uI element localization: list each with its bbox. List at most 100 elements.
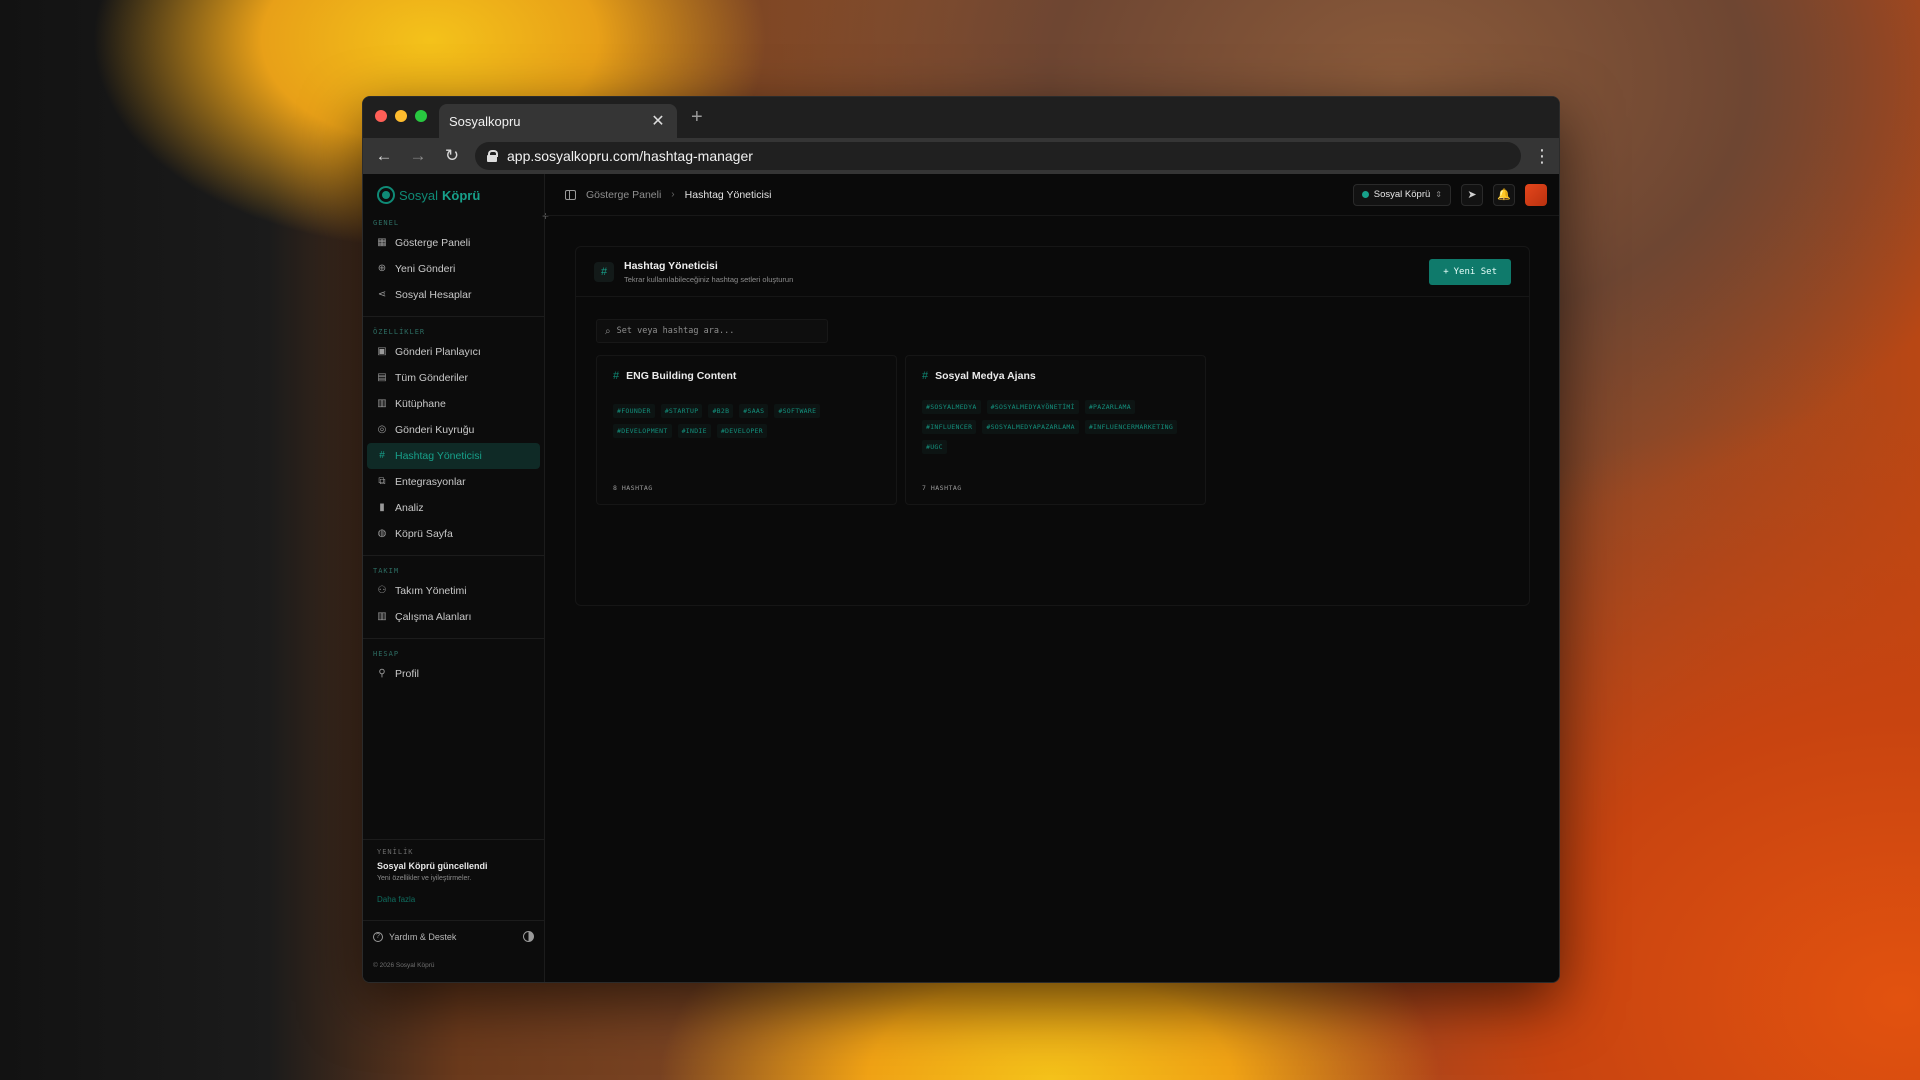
lock-icon [487, 150, 498, 162]
tab-strip: Sosyalkopru ✕ + [363, 97, 1559, 138]
app-root: Sosyal Köprü + GENEL ▦ Gösterge Paneli ⊕ Yeni… [363, 174, 1559, 982]
hashtag-chip: #INFLUENCERMARKETING [1084, 420, 1178, 434]
workspace-selector[interactable]: Sosyal Köprü ⇕ [1352, 183, 1451, 206]
sidebar-item-hash[interactable]: # Hashtag Yöneticisi [367, 443, 540, 469]
url-field[interactable]: app.sosyalkopru.com/hashtag-manager [475, 142, 1521, 170]
browser-tab[interactable]: Sosyalkopru ✕ [439, 104, 677, 138]
url-text: app.sosyalkopru.com/hashtag-manager [507, 148, 753, 164]
integration-icon: ⧉ [378, 476, 386, 487]
tab-title: Sosyalkopru [449, 113, 521, 129]
hashtag-chip: #INFLUENCER [922, 420, 977, 434]
back-arrow-icon[interactable]: ← [373, 146, 395, 166]
sidebar-item-label: Takım Yönetimi [395, 585, 467, 597]
sidebar-item-label: Gösterge Paneli [395, 237, 471, 249]
sidebar-item-users[interactable]: ⚇ Takım Yönetimi [367, 578, 540, 604]
new-set-button[interactable]: + Yeni Set [1429, 258, 1511, 285]
browser-window: Sosyalkopru ✕ + ← → ↻ app.sosyalkopru.co… [362, 96, 1560, 983]
help-support-link[interactable]: Yardım & Destek [389, 932, 456, 942]
close-window-button[interactable] [375, 110, 387, 122]
new-tab-icon[interactable]: + [691, 106, 703, 129]
workspace-name: Sosyal Köprü [1373, 189, 1431, 200]
sidebar-item-label: Köprü Sayfa [395, 528, 453, 540]
sidebar-item-bar-chart[interactable]: ▮ Analiz [367, 495, 540, 521]
sidebar-item-label: Gönderi Kuyruğu [395, 424, 475, 436]
library-icon: ▥ [377, 398, 387, 409]
forward-arrow-icon[interactable]: → [407, 146, 429, 166]
breadcrumb-root[interactable]: Gösterge Paneli [586, 189, 661, 201]
plus-circle-icon: ⊕ [377, 263, 387, 274]
main-content: Gösterge Paneli › Hashtag Yöneticisi Sos… [545, 174, 1559, 982]
send-icon[interactable]: ➤ [1461, 183, 1483, 206]
sidebar-section-label: TAKIM [373, 567, 400, 575]
hashtag-chip: #STARTUP [660, 404, 703, 418]
hashtag-set-card[interactable]: # ENG Building Content #FOUNDER #STARTUP #B… [596, 355, 897, 505]
sidebar: Sosyal Köprü + GENEL ▦ Gösterge Paneli ⊕ Yeni… [363, 174, 549, 982]
sidebar-item-label: Çalışma Alanları [395, 611, 472, 623]
sidebar-item-queue[interactable]: ◎ Gönderi Kuyruğu [367, 417, 540, 443]
sidebar-item-globe[interactable]: ◍ Köprü Sayfa [367, 521, 540, 547]
window-controls [375, 110, 427, 122]
sidebar-divider [363, 555, 544, 556]
hashtag-count: 8 HASHTAG [613, 484, 653, 492]
search-input[interactable] [616, 326, 819, 336]
page-title: Hashtag Yöneticisi [624, 259, 718, 272]
hashtag-chip: #SOFTWARE [774, 404, 821, 418]
building-icon: ▥ [377, 611, 387, 622]
hashtag-chip: #SOSYALMEDYA [922, 400, 981, 414]
hashtag-chip: #B2B [708, 404, 734, 418]
brand-logo[interactable]: Sosyal Köprü [363, 174, 544, 216]
sidebar-item-share[interactable]: ⋖ Sosyal Hesaplar [367, 282, 540, 308]
sidebar-item-label: Yeni Gönderi [395, 263, 456, 275]
calendar-icon: ▣ [377, 346, 387, 357]
sidebar-item-user[interactable]: ⚲ Profil [367, 661, 540, 687]
sidebar-section-label: HESAP [373, 650, 400, 658]
hashtag-chip: #DEVELOPER [716, 424, 767, 438]
workspace-status-icon [1361, 191, 1369, 198]
maximize-window-button[interactable] [415, 110, 427, 122]
address-bar: ← → ↻ app.sosyalkopru.com/hashtag-manage… [363, 138, 1559, 174]
hash-icon: # [594, 261, 614, 282]
sidebar-section-label: GENEL [373, 219, 400, 227]
sidebar-item-grid[interactable]: ▦ Gösterge Paneli [367, 230, 540, 256]
set-title: ENG Building Content [626, 370, 737, 382]
grid-icon: ▦ [377, 237, 387, 248]
sidebar-item-plus-circle[interactable]: ⊕ Yeni Gönderi [367, 256, 540, 282]
theme-toggle-icon[interactable] [523, 931, 534, 942]
update-notice: YENİLİK Sosyal Köprü güncellendi Yeni öz… [363, 839, 544, 904]
new-set-label: Yeni Set [1453, 266, 1497, 277]
update-subtitle: Yeni özellikler ve iyileştirmeler. [377, 875, 472, 882]
avatar[interactable] [1525, 183, 1547, 206]
sidebar-item-calendar[interactable]: ▣ Gönderi Planlayıcı [367, 339, 540, 365]
plus-icon: + [1443, 266, 1449, 277]
page-subtitle: Tekrar kullanılabileceğiniz hashtag setl… [624, 274, 794, 284]
sidebar-item-label: Hashtag Yöneticisi [395, 450, 482, 462]
reload-icon[interactable]: ↻ [441, 146, 463, 166]
logo-mark-icon [377, 186, 395, 204]
hashtag-chip: #UGC [922, 440, 947, 454]
sidebar-item-label: Sosyal Hesaplar [395, 289, 472, 301]
queue-icon: ◎ [377, 424, 387, 435]
hash-icon: # [922, 370, 929, 382]
sidebar-item-label: Tüm Gönderiler [395, 372, 468, 384]
update-more-link[interactable]: Daha fazla [377, 895, 530, 904]
sidebar-item-label: Profil [395, 668, 419, 680]
hashtag-chip: #PAZARLAMA [1084, 400, 1135, 414]
browser-menu-icon[interactable]: ⋮ [1533, 146, 1551, 167]
minimize-window-button[interactable] [395, 110, 407, 122]
sidebar-item-building[interactable]: ▥ Çalışma Alanları [367, 604, 540, 630]
bell-icon[interactable]: 🔔 [1493, 183, 1515, 206]
sidebar-item-library[interactable]: ▥ Kütüphane [367, 391, 540, 417]
sidebar-item-label: Kütüphane [395, 398, 446, 410]
sidebar-toggle-icon[interactable] [565, 189, 576, 200]
search-field: ⌕ [596, 319, 828, 343]
user-icon: ⚲ [378, 668, 386, 679]
close-tab-icon[interactable]: ✕ [649, 111, 667, 131]
update-label: YENİLİK [377, 848, 414, 856]
hashtag-set-card[interactable]: # Sosyal Medya Ajans #SOSYALMEDYA #SOSYALM… [905, 355, 1206, 505]
sidebar-nav: GENEL ▦ Gösterge Paneli ⊕ Yeni Gönderi ⋖ Sosya… [363, 216, 544, 687]
bar-chart-icon: ▮ [379, 502, 385, 513]
update-title: Sosyal Köprü güncellendi [377, 861, 488, 871]
sidebar-item-integration[interactable]: ⧉ Entegrasyonlar [367, 469, 540, 495]
sidebar-item-document[interactable]: ▤ Tüm Gönderiler [367, 365, 540, 391]
hashtag-chip: #DEVELOPMENT [613, 424, 672, 438]
